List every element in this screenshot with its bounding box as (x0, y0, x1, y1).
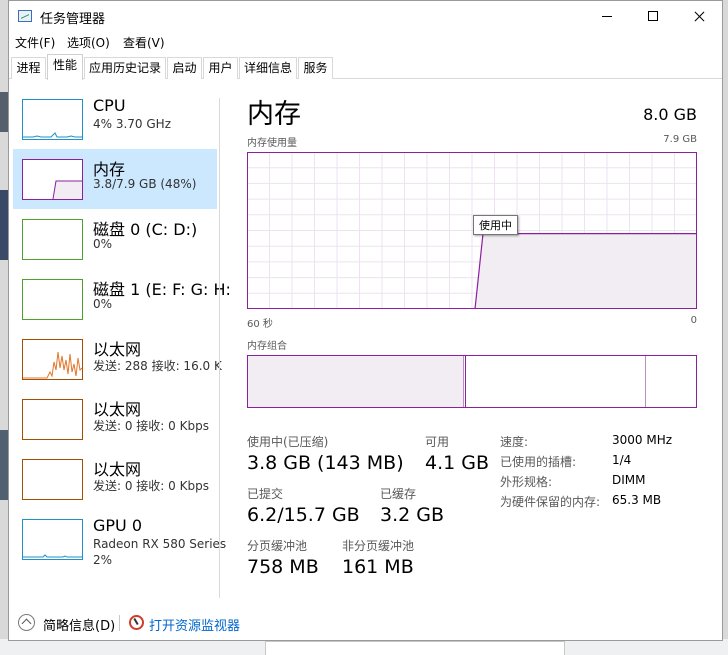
tab-services[interactable]: 服务 (298, 57, 333, 79)
usage-chart-label: 内存使用量 (247, 138, 297, 149)
chart-time-right: 0 (690, 315, 697, 326)
menu-options[interactable]: 选项(O) (67, 34, 110, 51)
minimize-icon (602, 16, 612, 17)
brief-info-button[interactable]: 简略信息(D) (43, 615, 115, 634)
maximize-icon (648, 11, 658, 21)
sidebar-item-value: 0% (93, 237, 113, 251)
footer-separator (119, 615, 120, 631)
tab-performance[interactable]: 性能 (47, 54, 83, 80)
stat-committed-value: 6.2/15.7 GB (247, 504, 360, 526)
collapse-icon[interactable] (18, 614, 35, 631)
sidebar-item-value: 发送: 0 接收: 0 Kbps (93, 419, 209, 433)
stat-in-use-value: 3.8 GB (143 MB) (247, 452, 404, 474)
memory-composition-bar (247, 355, 697, 408)
composition-free[interactable] (646, 356, 696, 407)
close-button[interactable] (676, 1, 722, 32)
stat-nonpaged-label: 非分页缓冲池 (342, 539, 415, 553)
sidebar-item-title: 磁盘 1 (E: F: G: H: (93, 280, 231, 299)
sidebar-item-cpu[interactable]: CPU 4% 3.70 GHz (13, 89, 217, 149)
detail-slots-value: 1/4 (612, 453, 632, 467)
sidebar-item-value: 0% (93, 297, 113, 311)
sidebar-item-value: Radeon RX 580 Series (93, 537, 227, 551)
sidebar-item-memory[interactable]: 内存 3.8/7.9 GB (48%) (13, 149, 217, 209)
sidebar-item-ethernet-1[interactable]: 以太网 发送: 288 接收: 16.0 K (13, 329, 222, 389)
disk-graph-icon (22, 279, 83, 320)
sidebar-item-value: 发送: 0 接收: 0 Kbps (93, 479, 209, 493)
sidebar-item-value: 3.8/7.9 GB (48%) (93, 177, 197, 191)
stat-cached-value: 3.2 GB (380, 504, 445, 526)
stat-available-label: 可用 (425, 435, 450, 449)
sidebar-item-disk-0[interactable]: 磁盘 0 (C: D:) 0% (13, 209, 217, 269)
title-bar[interactable]: 任务管理器 (9, 1, 722, 32)
memory-graph-icon (22, 159, 83, 200)
menu-file[interactable]: 文件(F) (15, 34, 55, 51)
detail-speed-value: 3000 MHz (612, 433, 673, 447)
disk-graph-icon (22, 219, 83, 260)
gpu-graph-icon (22, 519, 83, 560)
sidebar-item-value: 发送: 288 接收: 16.0 K (93, 359, 222, 373)
network-graph-icon (22, 459, 83, 500)
resource-monitor-icon (129, 615, 144, 630)
detail-slots-label: 已使用的插槽: (500, 455, 577, 469)
stat-nonpaged-value: 161 MB (342, 556, 414, 578)
menu-bar: 文件(F) 选项(O) 查看(V) (9, 32, 722, 52)
cpu-graph-icon (22, 99, 83, 140)
stat-paged-value: 758 MB (247, 556, 319, 578)
minimize-button[interactable] (584, 1, 630, 32)
sidebar-item-title: GPU 0 (93, 516, 143, 535)
chart-tooltip: 使用中 (473, 215, 518, 235)
sidebar-item-gpu[interactable]: GPU 0 Radeon RX 580 Series 2% (13, 509, 226, 575)
stat-committed-label: 已提交 (247, 487, 284, 501)
tab-processes[interactable]: 进程 (11, 57, 46, 79)
window-title: 任务管理器 (40, 12, 106, 27)
tab-bar: 进程 性能 应用历史记录 启动 用户 详细信息 服务 (9, 54, 722, 80)
detail-form-factor-label: 外形规格: (500, 475, 553, 489)
chart-time-left: 60 秒 (247, 319, 273, 330)
network-graph-icon (22, 339, 83, 380)
network-graph-icon (22, 399, 83, 440)
detail-reserved-label: 为硬件保留的内存: (500, 495, 601, 509)
stat-paged-label: 分页缓冲池 (247, 539, 308, 553)
sidebar-item-ethernet-2[interactable]: 以太网 发送: 0 接收: 0 Kbps (13, 389, 217, 449)
menu-view[interactable]: 查看(V) (123, 34, 165, 51)
task-manager-icon (18, 10, 32, 22)
task-manager-window: 任务管理器 文件(F) 选项(O) 查看(V) 进程 性能 应用历史记录 启动 … (8, 0, 723, 641)
stat-cached-label: 已缓存 (380, 487, 417, 501)
detail-reserved-value: 65.3 MB (612, 493, 662, 507)
footer-bar: 简略信息(D) 打开资源监视器 (9, 607, 722, 641)
detail-form-factor-value: DIMM (612, 473, 646, 487)
page-title: 内存 (247, 99, 301, 130)
usage-chart-max: 7.9 GB (663, 134, 697, 145)
maximize-button[interactable] (630, 1, 676, 32)
composition-label: 内存组合 (247, 341, 287, 352)
chart-usage-area (475, 233, 697, 309)
panel-divider[interactable] (219, 98, 220, 598)
tab-details[interactable]: 详细信息 (239, 57, 297, 79)
desktop-background (265, 641, 565, 655)
detail-speed-label: 速度: (500, 435, 529, 449)
open-resource-monitor-link[interactable]: 打开资源监视器 (149, 615, 240, 634)
stat-in-use-label: 使用中(已压缩) (247, 435, 329, 449)
memory-usage-chart (247, 152, 697, 309)
sidebar-item-value: 4% 3.70 GHz (93, 117, 172, 131)
sidebar-item-value: 2% (93, 553, 113, 567)
composition-standby[interactable] (466, 356, 646, 407)
sidebar-item-disk-1[interactable]: 磁盘 1 (E: F: G: H: 0% (13, 269, 231, 329)
tab-startup[interactable]: 启动 (167, 57, 202, 79)
tab-app-history[interactable]: 应用历史记录 (84, 57, 166, 79)
composition-in-use[interactable] (248, 356, 464, 407)
stat-available-value: 4.1 GB (425, 452, 490, 474)
total-memory: 8.0 GB (643, 105, 697, 124)
tab-users[interactable]: 用户 (203, 57, 238, 79)
sidebar-item-ethernet-3[interactable]: 以太网 发送: 0 接收: 0 Kbps (13, 449, 217, 509)
sidebar-item-title: CPU (93, 96, 126, 115)
